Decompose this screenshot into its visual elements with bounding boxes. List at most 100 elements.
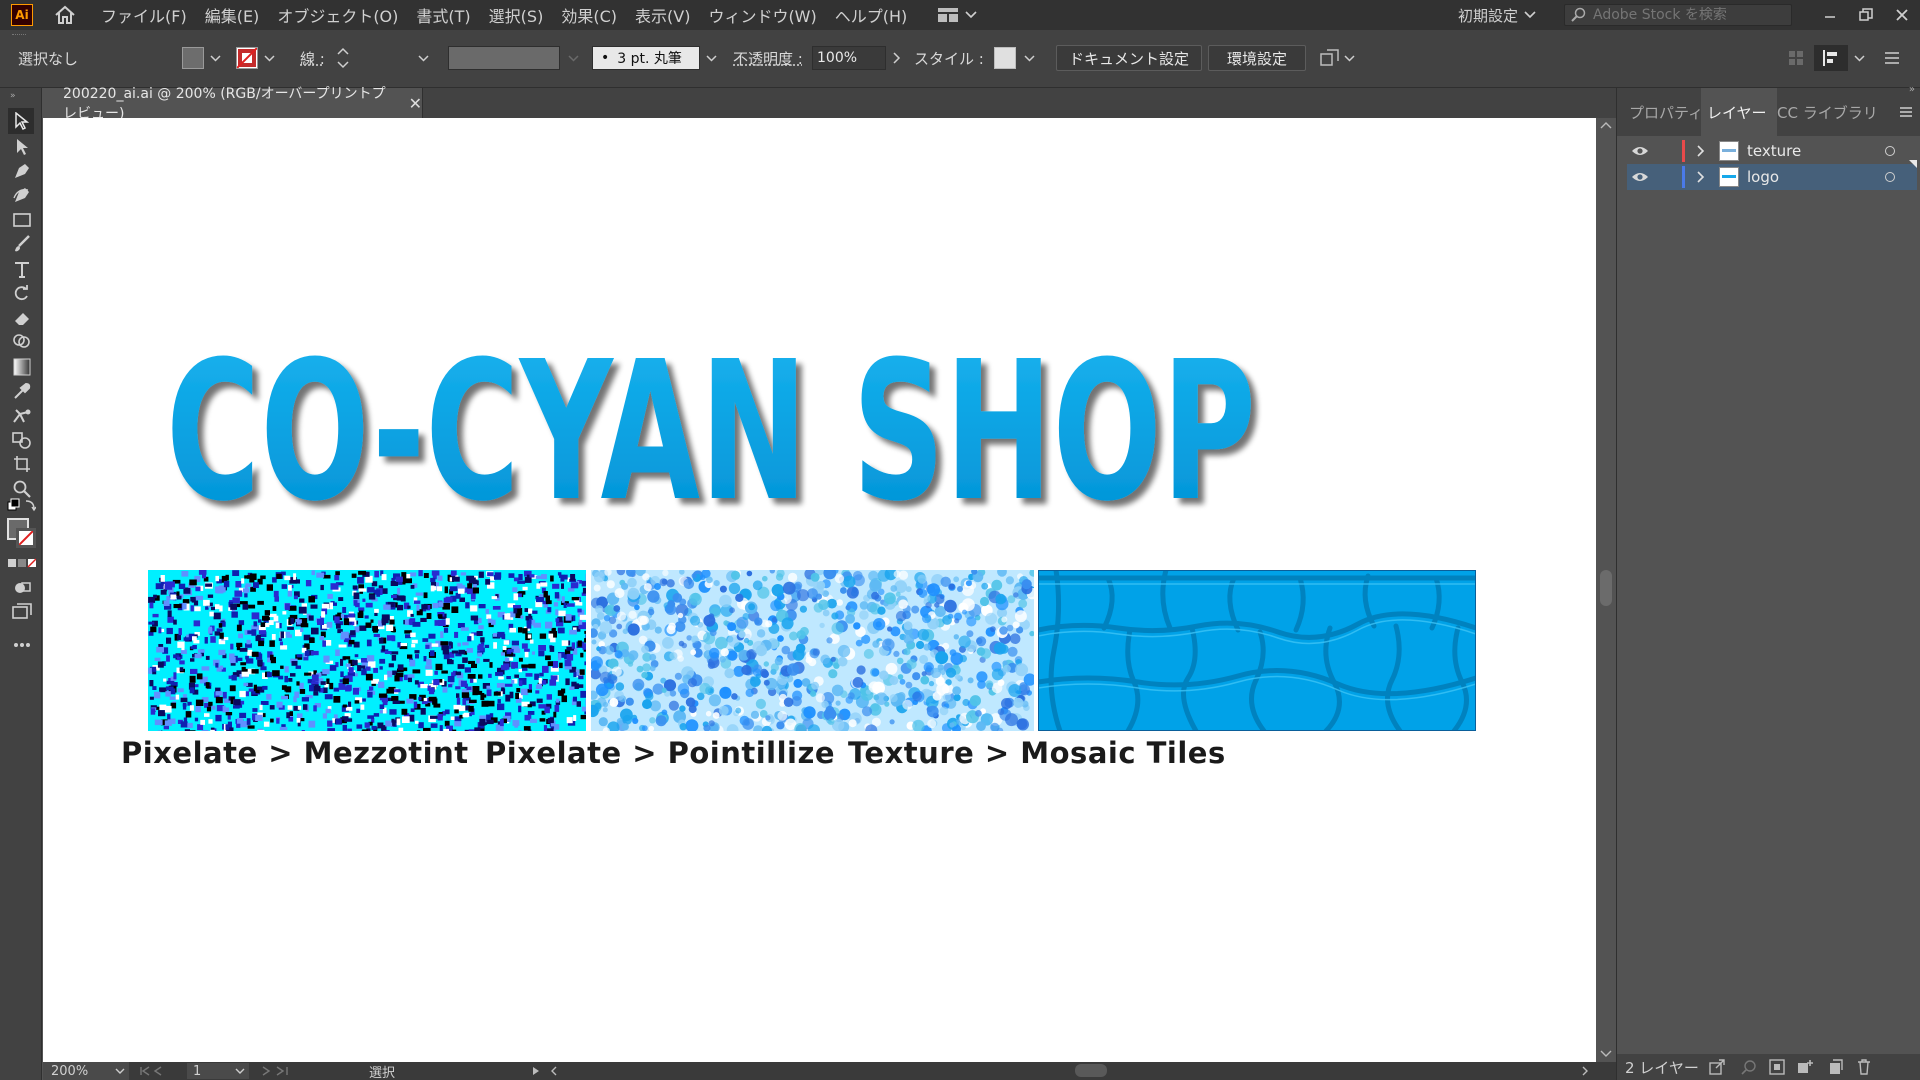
restore-button[interactable]: [1848, 0, 1884, 30]
menu-view[interactable]: 表示(V): [635, 3, 690, 27]
selection-tool[interactable]: [8, 108, 34, 134]
rotate-tool[interactable]: [11, 282, 33, 304]
tab-layers[interactable]: レイヤー: [1707, 102, 1767, 123]
fill-stroke-swatches[interactable]: [6, 518, 38, 548]
grid-icon[interactable]: [1788, 50, 1804, 66]
menu-select[interactable]: 選択(S): [489, 3, 544, 27]
minimize-button[interactable]: [1812, 0, 1848, 30]
status-menu-icon[interactable]: [531, 1065, 541, 1077]
panel-menu-icon[interactable]: [1899, 106, 1913, 118]
variable-width-profile[interactable]: [448, 44, 580, 72]
texture-mosaic-tiles[interactable]: [1038, 570, 1476, 731]
graphic-style-swatch[interactable]: [994, 47, 1016, 69]
vertical-scroll-thumb[interactable]: [1600, 570, 1612, 606]
color-mode-buttons[interactable]: [8, 554, 37, 568]
zoom-tool[interactable]: [11, 478, 33, 500]
layer-target-icon[interactable]: [1885, 146, 1895, 156]
menu-type[interactable]: 書式(T): [416, 3, 470, 27]
stock-search-input[interactable]: [1593, 7, 1783, 23]
rectangle-tool[interactable]: [11, 209, 33, 231]
fill-swatch[interactable]: [182, 47, 204, 69]
chevron-down-icon[interactable]: [1852, 51, 1866, 65]
texture-pointillize[interactable]: [591, 570, 1034, 731]
new-sublayer-icon[interactable]: [1797, 1059, 1815, 1075]
curvature-tool[interactable]: [11, 184, 33, 206]
stroke-label[interactable]: 線 :: [300, 44, 325, 72]
eyedropper-tool[interactable]: [11, 380, 33, 402]
eraser-tool[interactable]: [11, 307, 33, 329]
workspace-switcher[interactable]: [937, 7, 977, 23]
stock-search[interactable]: [1564, 4, 1792, 26]
graphic-style-control[interactable]: [994, 44, 1036, 72]
scroll-down-icon[interactable]: [1596, 1048, 1616, 1060]
type-tool[interactable]: [11, 258, 33, 280]
menu-window[interactable]: ウィンドウ(W): [708, 3, 816, 27]
fill-control[interactable]: [182, 44, 222, 72]
logo-text[interactable]: CO-CYAN SHOP: [166, 321, 1256, 544]
tab-properties[interactable]: プロパティ: [1629, 102, 1703, 123]
texture-label-mezzotint[interactable]: Pixelate > Mezzotint: [121, 736, 469, 770]
menu-edit[interactable]: 編集(E): [205, 3, 260, 27]
chevron-down-icon[interactable]: [1342, 51, 1356, 65]
export-icon[interactable]: [1709, 1059, 1725, 1075]
chevron-down-icon[interactable]: [704, 51, 718, 65]
collapse-icon[interactable]: »: [10, 91, 16, 101]
chevron-down-icon[interactable]: [1022, 51, 1036, 65]
layer-name[interactable]: logo: [1747, 168, 1779, 186]
next-last-artboard-icons[interactable]: [259, 1065, 299, 1077]
pen-tool[interactable]: [11, 160, 33, 182]
edit-toolbar-button[interactable]: [11, 634, 33, 656]
opacity-field[interactable]: 100%: [812, 46, 886, 70]
scroll-up-icon[interactable]: [1596, 120, 1616, 132]
direct-selection-tool[interactable]: [11, 136, 33, 158]
artboard-tool[interactable]: [11, 453, 33, 475]
profile-field[interactable]: [448, 46, 560, 70]
zoom-level-field[interactable]: 200%: [43, 1062, 129, 1080]
horizontal-scroll-thumb[interactable]: [1075, 1064, 1107, 1077]
arrange-documents[interactable]: [1320, 44, 1356, 72]
gradient-tool[interactable]: [11, 356, 33, 378]
menu-help[interactable]: ヘルプ(H): [835, 3, 908, 27]
panel-menu-icon[interactable]: [1884, 51, 1900, 65]
control-bar-grip[interactable]: [12, 34, 26, 37]
brush-field[interactable]: • 3 pt. 丸筆: [592, 46, 700, 70]
dock-control[interactable]: [1788, 44, 1900, 72]
locate-object-icon[interactable]: [1741, 1059, 1757, 1075]
texture-label-pointillize[interactable]: Pixelate > Pointillize: [485, 736, 835, 770]
scroll-right-icon[interactable]: [1580, 1065, 1590, 1077]
menu-file[interactable]: ファイル(F): [101, 3, 187, 27]
chevron-down-icon[interactable]: [115, 1068, 125, 1074]
opacity-label[interactable]: 不透明度 :: [733, 44, 803, 72]
chevron-down-icon[interactable]: [208, 51, 222, 65]
chevron-down-icon[interactable]: [235, 1068, 245, 1074]
layer-row-texture[interactable]: texture: [1627, 138, 1917, 164]
visibility-eye-icon[interactable]: [1631, 144, 1649, 158]
chevron-right-icon[interactable]: [1695, 144, 1707, 158]
stroke-swatch-large[interactable]: [16, 528, 36, 548]
texture-mezzotint[interactable]: [148, 570, 586, 731]
delete-layer-icon[interactable]: [1857, 1059, 1871, 1075]
close-button[interactable]: [1884, 0, 1920, 30]
new-layer-icon[interactable]: [1827, 1059, 1843, 1075]
chevron-right-icon[interactable]: [1695, 170, 1707, 184]
chevron-down-icon[interactable]: [262, 51, 276, 65]
collapse-dock-icon[interactable]: »: [1909, 84, 1915, 95]
menu-effect[interactable]: 効果(C): [561, 3, 617, 27]
fill-stroke-defaults[interactable]: [6, 498, 37, 516]
align-panel-button[interactable]: [1814, 45, 1848, 71]
symbol-sprayer-tool[interactable]: [11, 429, 33, 451]
draw-mode-tool[interactable]: [11, 577, 33, 599]
shape-builder-tool[interactable]: [11, 331, 33, 353]
brush-definition[interactable]: • 3 pt. 丸筆: [592, 44, 718, 72]
preferences-button[interactable]: 環境設定: [1208, 45, 1307, 71]
chevron-down-icon[interactable]: [566, 51, 580, 65]
close-tab-icon[interactable]: ✕: [409, 94, 422, 113]
document-setup-button[interactable]: ドキュメント設定: [1056, 45, 1203, 71]
stroke-swatch[interactable]: [236, 47, 258, 69]
texture-label-mosaic-tiles[interactable]: Texture > Mosaic Tiles: [848, 736, 1226, 770]
paintbrush-tool[interactable]: [11, 233, 33, 255]
first-prev-artboard-icons[interactable]: [139, 1065, 183, 1077]
puppet-warp-tool[interactable]: [11, 404, 33, 426]
tab-cc-libraries[interactable]: CC ライブラリ: [1777, 102, 1878, 123]
document-tab[interactable]: 200220_ai.ai @ 200% (RGB/オーバープリントプレビュー) …: [43, 86, 423, 122]
